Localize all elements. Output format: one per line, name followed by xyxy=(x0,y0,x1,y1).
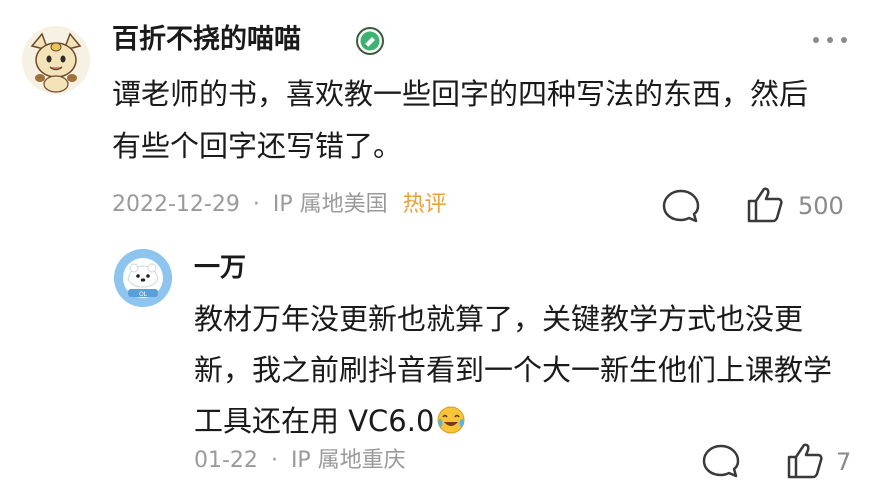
comment-like-count: 500 xyxy=(798,192,844,220)
svg-text:OL: OL xyxy=(139,291,148,298)
comment-ip-location: IP 属地美国 xyxy=(272,192,388,217)
laughing-crying-emoji-icon xyxy=(436,405,466,435)
meta-separator: · xyxy=(252,192,260,217)
reply-reply-icon[interactable] xyxy=(700,441,742,481)
comment-meta: 2022-12-29 · IP 属地美国 热评 xyxy=(112,190,447,220)
comment-text: 谭老师的书，喜欢教一些回字的四种写法的东西，然后有些个回字还写错了。 xyxy=(112,77,809,163)
meta-separator: · xyxy=(270,448,278,473)
reply-date: 01-22 xyxy=(194,448,258,473)
reply-text-content: 教材万年没更新也就算了，关键教学方式也没更新，我之前刷抖音看到一个大一新生他们上… xyxy=(194,302,833,438)
comment-date: 2022-12-29 xyxy=(112,192,240,217)
replier-avatar[interactable]: OL xyxy=(114,249,172,307)
green-verified-badge-icon xyxy=(355,26,385,56)
polar-bear-avatar-icon: OL xyxy=(114,249,172,307)
more-dots-icon[interactable] xyxy=(808,30,852,50)
meowth-avatar-icon xyxy=(22,26,90,94)
replier-username[interactable]: 一万 xyxy=(194,250,246,286)
reply-like-count: 7 xyxy=(836,448,852,476)
reply-meta: 01-22 · IP 属地重庆 xyxy=(194,446,406,476)
reply-like-icon[interactable] xyxy=(784,440,826,482)
hot-comment-tag: 热评 xyxy=(402,192,447,217)
commenter-username[interactable]: 百折不挠的喵喵 xyxy=(112,22,301,58)
reply-ip-location: IP 属地重庆 xyxy=(290,448,406,473)
commenter-avatar[interactable] xyxy=(22,26,90,94)
reply-text: 教材万年没更新也就算了，关键教学方式也没更新，我之前刷抖音看到一个大一新生他们上… xyxy=(194,294,834,447)
comment-reply-icon[interactable] xyxy=(660,186,702,226)
comment-like-icon[interactable] xyxy=(744,184,786,226)
